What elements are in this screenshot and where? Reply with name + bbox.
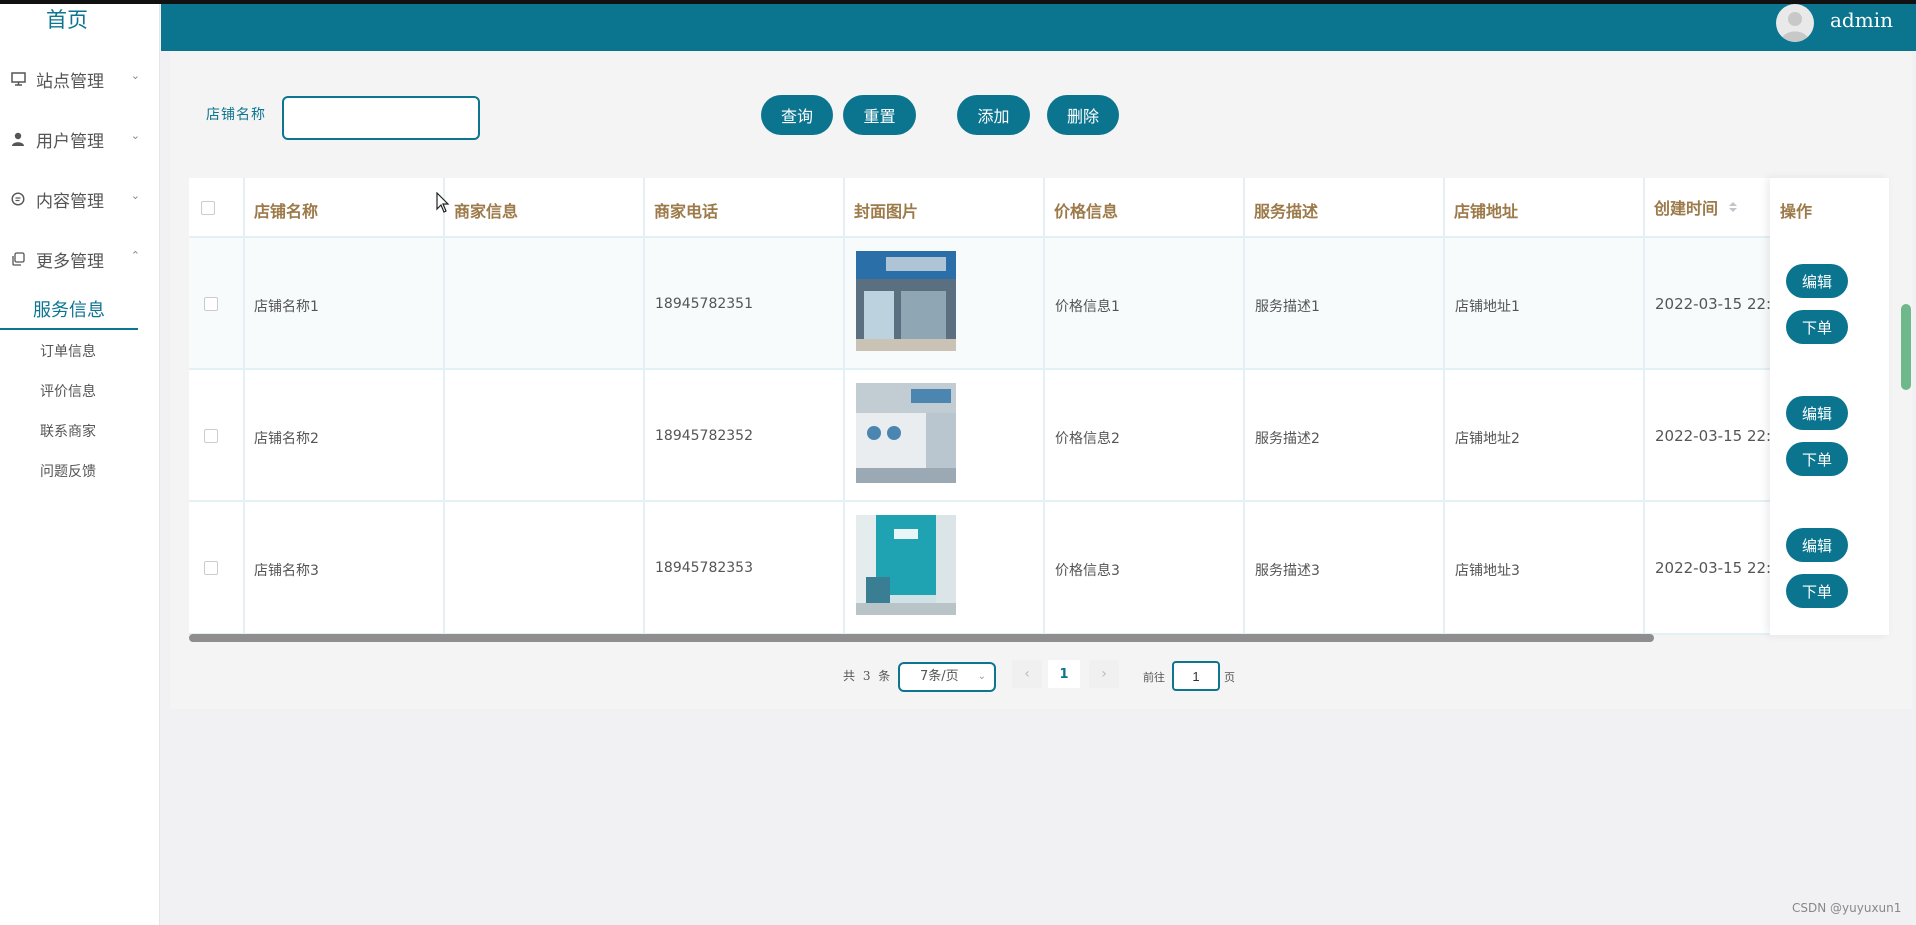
sidebar-item-contact-merchant[interactable]: 联系商家	[40, 421, 96, 441]
page-size-select[interactable]: 7条/页 ⌄	[898, 662, 996, 692]
cell-description: 服务描述1	[1255, 299, 1320, 315]
chevron-down-icon: ⌄	[977, 671, 986, 682]
chat-icon	[10, 191, 26, 207]
horizontal-scrollbar[interactable]	[189, 634, 1654, 642]
menu-content-management[interactable]: 内容管理 ⌄	[10, 184, 150, 214]
menu-label: 内容管理	[36, 191, 104, 212]
avatar[interactable]	[1776, 4, 1814, 42]
column-header: 商家信息	[454, 202, 519, 221]
column-header: 操作	[1780, 202, 1813, 221]
cell-created-time: 2022-03-15 22:	[1655, 295, 1772, 313]
sidebar-item-feedback[interactable]: 问题反馈	[40, 461, 96, 481]
operation-column: 操作 编辑 下单 编辑 下单 编辑 下单	[1770, 178, 1889, 635]
chevron-up-icon: ⌃	[130, 249, 140, 262]
row-checkbox[interactable]	[204, 297, 218, 311]
next-page-button[interactable]: ›	[1089, 660, 1119, 688]
cell-created-time: 2022-03-15 22:	[1655, 559, 1772, 577]
edit-button[interactable]: 编辑	[1786, 396, 1848, 430]
cell-phone: 18945782352	[655, 428, 753, 444]
cell-price: 价格信息3	[1055, 563, 1120, 579]
copy-icon	[10, 251, 26, 267]
cell-phone: 18945782353	[655, 560, 753, 576]
vertical-scrollbar[interactable]	[1901, 304, 1911, 390]
cell-description: 服务描述3	[1255, 563, 1320, 579]
monitor-icon	[10, 71, 26, 87]
prev-page-button[interactable]: ‹	[1012, 660, 1042, 688]
query-button[interactable]: 查询	[761, 95, 833, 135]
column-header: 商家电话	[654, 202, 719, 221]
goto-label: 前往	[1143, 671, 1165, 684]
total-count: 共 3 条	[843, 669, 893, 683]
sidebar-item-order-info[interactable]: 订单信息	[40, 341, 96, 361]
cell-price: 价格信息2	[1055, 431, 1120, 447]
column-header: 价格信息	[1054, 202, 1119, 221]
column-header-label: 创建时间	[1654, 199, 1719, 218]
order-button[interactable]: 下单	[1786, 574, 1848, 608]
top-header	[161, 4, 1916, 51]
order-button[interactable]: 下单	[1786, 442, 1848, 476]
cell-created-time: 2022-03-15 22:	[1655, 427, 1772, 445]
cell-description: 服务描述2	[1255, 431, 1320, 447]
row-checkbox[interactable]	[204, 429, 218, 443]
cover-image	[856, 515, 956, 615]
cell-address: 店铺地址3	[1455, 563, 1520, 579]
user-icon	[10, 131, 26, 147]
menu-label: 站点管理	[36, 71, 104, 92]
sidebar-item-review-info[interactable]: 评价信息	[40, 381, 96, 401]
column-header: 封面图片	[854, 202, 919, 221]
row-checkbox[interactable]	[204, 561, 218, 575]
goto-suffix: 页	[1224, 671, 1235, 684]
cover-image	[856, 383, 956, 483]
chevron-down-icon: ⌄	[130, 129, 140, 142]
goto-page-input[interactable]	[1172, 661, 1220, 691]
edit-button[interactable]: 编辑	[1786, 528, 1848, 562]
watermark: CSDN @yuyuxun1	[1792, 901, 1902, 915]
menu-label: 更多管理	[36, 251, 104, 272]
reset-button[interactable]: 重置	[843, 95, 916, 135]
column-header: 店铺地址	[1454, 202, 1519, 221]
cell-shop-name: 店铺名称2	[254, 431, 319, 447]
chevron-down-icon: ⌄	[130, 189, 140, 202]
order-button[interactable]: 下单	[1786, 310, 1848, 344]
page-number-current[interactable]: 1	[1048, 660, 1080, 688]
cell-shop-name: 店铺名称1	[254, 299, 319, 315]
column-header-sortable[interactable]: 创建时间	[1654, 195, 1738, 219]
column-header: 服务描述	[1254, 202, 1319, 221]
data-table: 店铺名称 商家信息 商家电话 封面图片 价格信息 服务描述 店铺地址 创建时间 …	[189, 178, 1889, 635]
menu-label: 用户管理	[36, 131, 104, 152]
delete-button[interactable]: 删除	[1047, 95, 1119, 135]
column-header: 店铺名称	[254, 202, 319, 221]
menu-user-management[interactable]: 用户管理 ⌄	[10, 124, 150, 154]
select-all-checkbox[interactable]	[201, 201, 215, 215]
add-button[interactable]: 添加	[957, 95, 1030, 135]
shop-name-label: 店铺名称	[206, 107, 266, 123]
home-link[interactable]: 首页	[0, 4, 134, 34]
sidebar-item-service-info[interactable]: 服务信息	[0, 296, 138, 330]
username[interactable]: admin	[1830, 8, 1893, 32]
mouse-cursor-icon	[436, 191, 450, 218]
cover-image	[856, 251, 956, 351]
menu-site-management[interactable]: 站点管理 ⌄	[10, 64, 150, 94]
chevron-down-icon: ⌄	[130, 69, 140, 82]
edit-button[interactable]: 编辑	[1786, 264, 1848, 298]
cell-shop-name: 店铺名称3	[254, 563, 319, 579]
shop-name-input[interactable]	[282, 96, 480, 140]
sort-icon[interactable]	[1728, 200, 1738, 214]
cell-phone: 18945782351	[655, 296, 753, 312]
menu-more-management[interactable]: 更多管理 ⌃	[10, 244, 150, 274]
cell-price: 价格信息1	[1055, 299, 1120, 315]
cell-address: 店铺地址1	[1455, 299, 1520, 315]
page-size-value: 7条/页	[920, 669, 959, 684]
cell-address: 店铺地址2	[1455, 431, 1520, 447]
